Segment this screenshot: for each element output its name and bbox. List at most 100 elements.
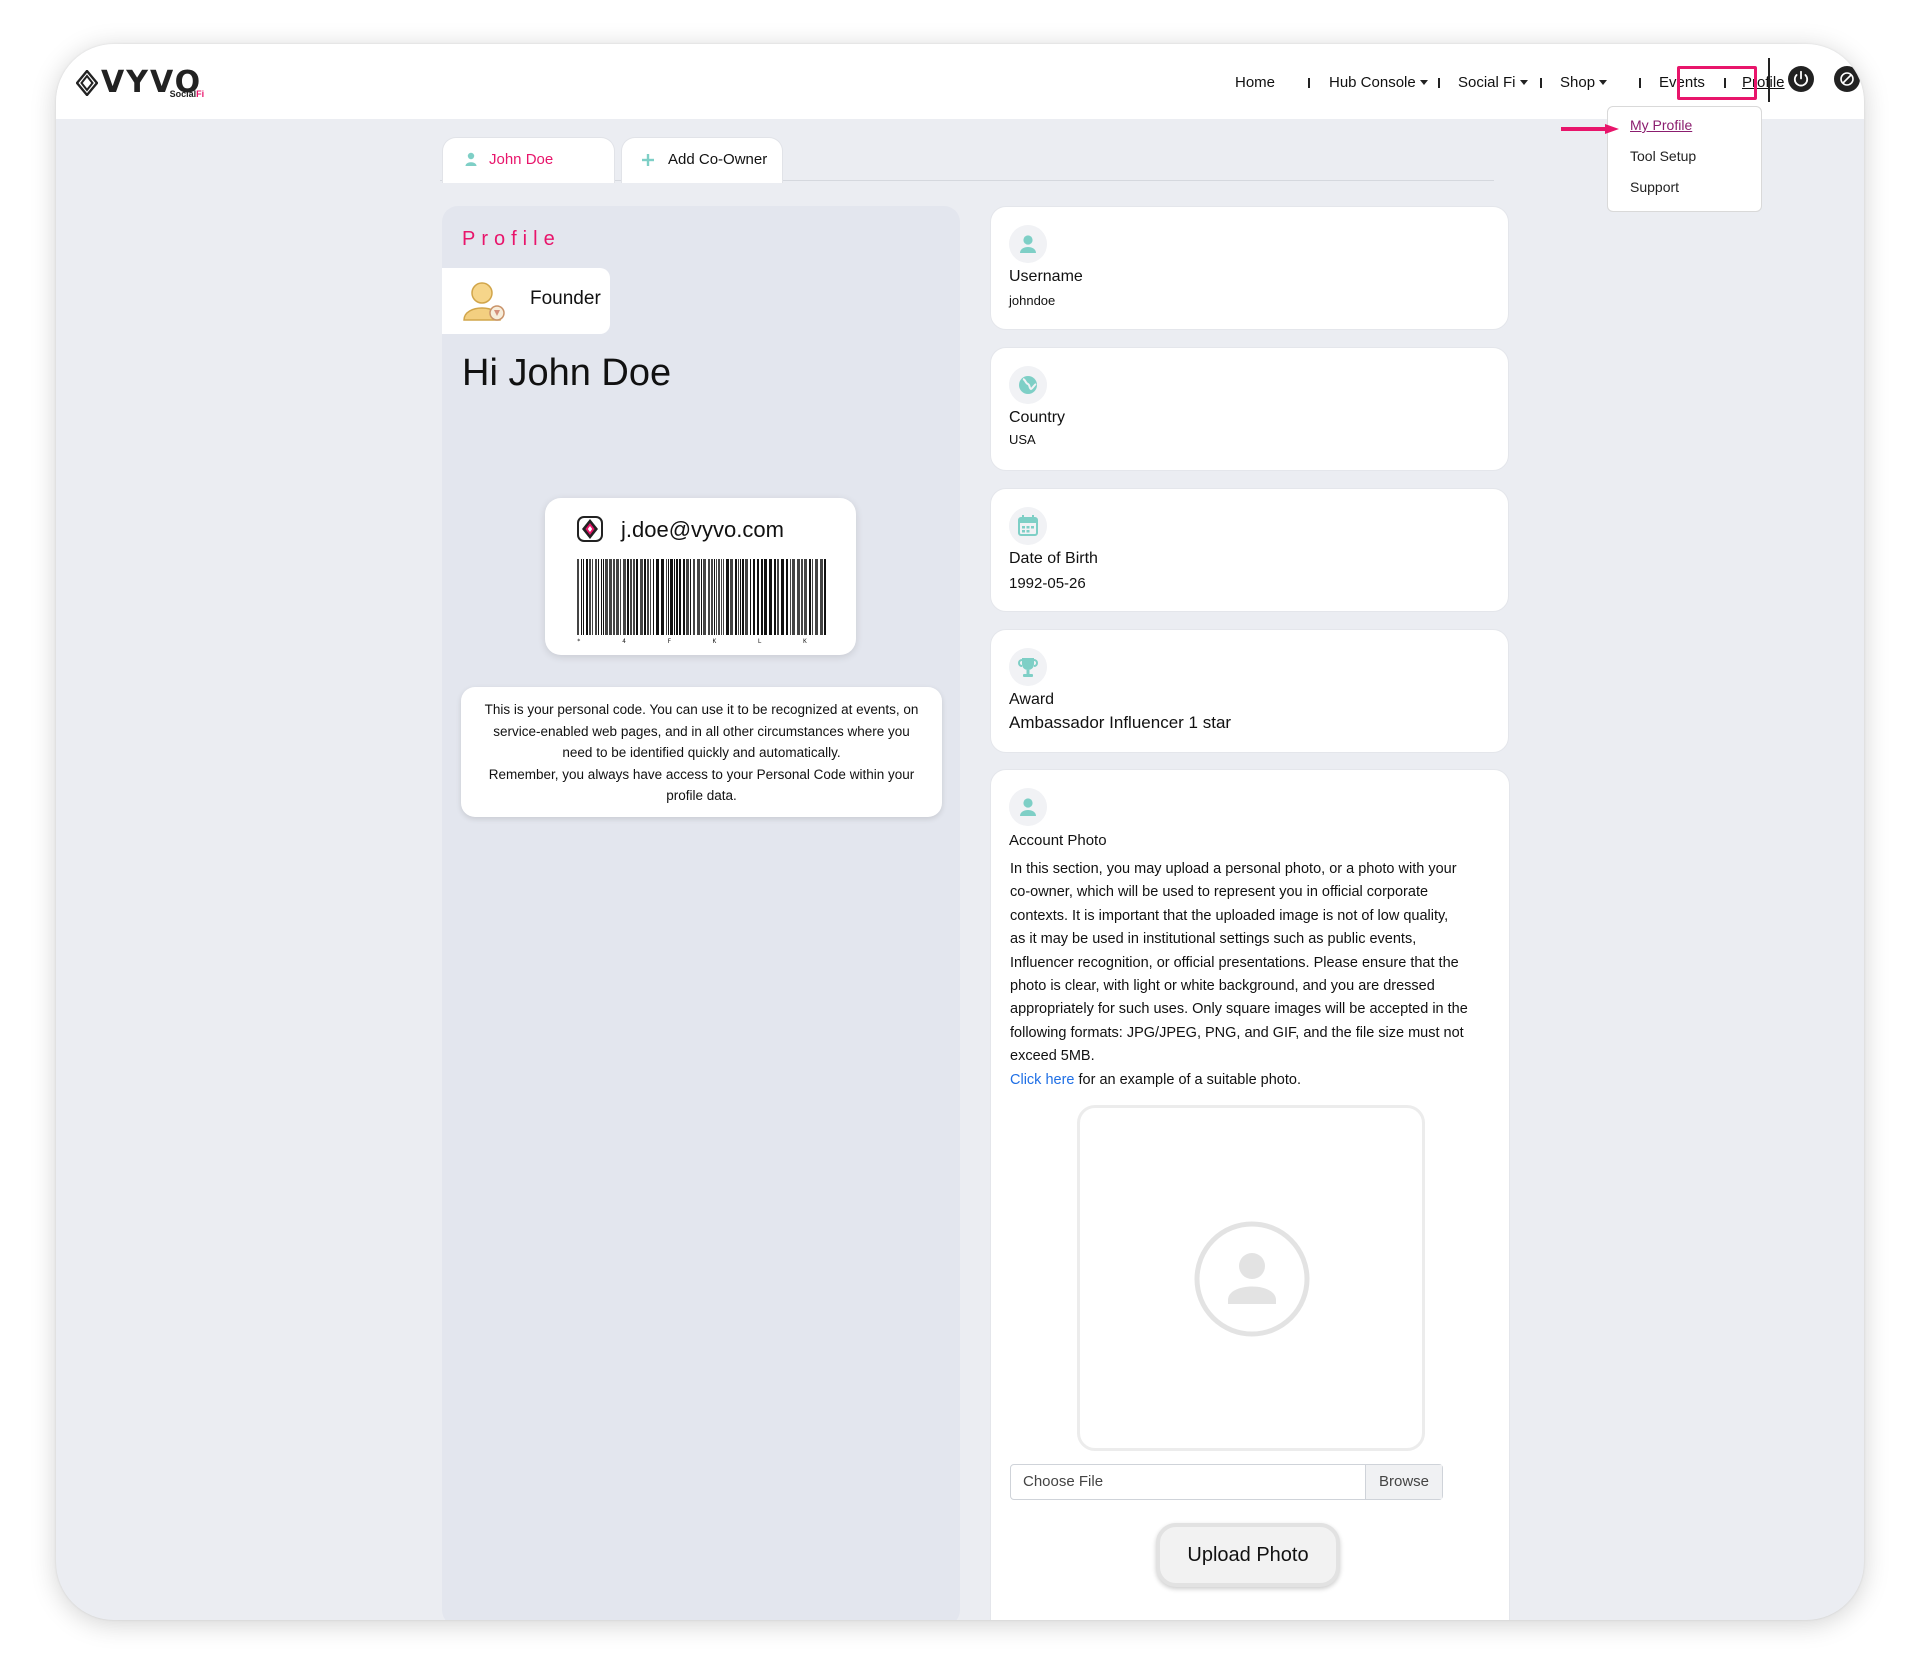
barcode-bar — [650, 559, 651, 635]
barcode-bar — [676, 559, 678, 635]
barcode-bar — [603, 559, 604, 635]
tab-owner[interactable]: John Doe — [442, 137, 615, 183]
example-line-suffix: for an example of a suitable photo. — [1074, 1071, 1301, 1088]
date-of-birth-card: Date of Birth 1992-05-26 — [990, 488, 1509, 612]
power-icon[interactable] — [1787, 65, 1815, 93]
personal-code-info: This is your personal code. You can use … — [461, 687, 942, 817]
browse-button[interactable]: Browse — [1365, 1465, 1442, 1499]
barcode-bar — [735, 559, 737, 635]
barcode-bar — [718, 559, 720, 635]
vyvo-code-icon — [577, 516, 603, 542]
account-photo-label: Account Photo — [1009, 832, 1107, 849]
role-label: Founder — [530, 288, 601, 309]
barcode-bar — [661, 559, 664, 635]
info-line: This is your personal code. You can use … — [484, 702, 919, 717]
file-input[interactable]: Choose File — [1011, 1465, 1365, 1499]
vyvo-logo[interactable]: VYVO SocialFi — [76, 66, 204, 100]
award-value: Ambassador Influencer 1 star — [1009, 713, 1232, 732]
barcode-bar — [797, 559, 800, 635]
barcode-bar — [716, 559, 717, 635]
tab-add-co-owner-label: Add Co-Owner — [668, 151, 768, 168]
nav-separator — [1308, 78, 1310, 88]
nav-separator — [1540, 78, 1542, 88]
vyvo-diamond-icon — [76, 70, 98, 96]
file-picker: Choose File Browse — [1010, 1464, 1443, 1500]
barcode-bar — [824, 559, 826, 635]
barcode-caption: * 4 F K L K 0 * — [577, 638, 827, 645]
barcode-bar — [809, 559, 811, 635]
barcode-bar — [686, 559, 689, 635]
barcode-bar — [753, 559, 755, 635]
barcode-bar — [601, 559, 602, 635]
barcode-bar — [777, 559, 779, 635]
profile-summary-panel: Profile Founder Hi John Doe j.doe@vyvo.c… — [442, 206, 960, 1620]
desc-line: exceed 5MB. — [1010, 1048, 1095, 1065]
tab-add-co-owner[interactable]: Add Co-Owner — [621, 137, 783, 183]
menu-my-profile[interactable]: My Profile — [1630, 117, 1692, 133]
upload-photo-button[interactable]: Upload Photo — [1156, 1523, 1340, 1587]
barcode-bar — [750, 559, 751, 635]
barcode-bar — [769, 559, 772, 635]
nav-hub-console[interactable]: Hub Console — [1329, 68, 1428, 98]
barcode-bar — [761, 559, 763, 635]
barcode-bar — [708, 559, 710, 635]
barcode-bar — [581, 559, 582, 635]
barcode-bar — [764, 559, 767, 635]
award-label: Award — [1009, 691, 1055, 708]
account-photo-card: Account Photo In this section, you may u… — [990, 769, 1510, 1620]
theme-toggle-icon[interactable] — [1833, 65, 1861, 93]
menu-support[interactable]: Support — [1630, 179, 1679, 195]
nav-shop[interactable]: Shop — [1560, 68, 1608, 98]
profile-highlight-box — [1677, 66, 1757, 100]
barcode-bar — [595, 559, 597, 635]
barcode-bar — [820, 559, 823, 635]
barcode-bar — [730, 559, 733, 635]
barcode-bar — [577, 559, 579, 635]
barcode-bar — [613, 559, 615, 635]
example-photo-link[interactable]: Click here — [1010, 1072, 1074, 1088]
barcode-bar — [620, 559, 621, 635]
menu-tool-setup[interactable]: Tool Setup — [1630, 148, 1696, 164]
barcode-bar — [616, 559, 619, 635]
logo-wordmark: VYVO SocialFi — [101, 68, 204, 100]
logo-subtext: SocialFi — [169, 89, 205, 99]
caret-down-icon — [1519, 79, 1528, 85]
user-email: j.doe@vyvo.com — [621, 517, 784, 542]
barcode-bar — [668, 559, 669, 635]
barcode-bar — [792, 559, 795, 635]
nav-social-fi[interactable]: Social Fi — [1458, 68, 1528, 98]
barcode-bar — [711, 559, 713, 635]
barcode-bar — [666, 559, 667, 635]
info-line: service-enabled web pages, and in all ot… — [493, 723, 910, 739]
barcode-bar — [627, 559, 629, 635]
example-line: Click here for an example of a suitable … — [1010, 1069, 1498, 1092]
username-value: johndoe — [1009, 293, 1056, 308]
desc-line: In this section, you may upload a person… — [1010, 861, 1457, 877]
desc-line: appropriately for such uses. Only square… — [1010, 1001, 1468, 1018]
barcode-bar — [812, 559, 813, 635]
app-window: VYVO SocialFi Home Hub Console Social Fi … — [56, 44, 1864, 1620]
barcode-bar — [726, 559, 729, 635]
award-card: Award Ambassador Influencer 1 star — [990, 629, 1509, 753]
nav-separator — [1438, 78, 1440, 88]
desc-line: contexts. It is important that the uploa… — [1010, 907, 1449, 924]
barcode-bar — [781, 559, 784, 635]
info-line: Remember, you always have access to your… — [488, 766, 915, 782]
nav-separator — [1639, 78, 1641, 88]
barcode-bar — [801, 559, 803, 635]
globe-icon — [1009, 366, 1047, 404]
barcode-bar — [683, 559, 685, 635]
barcode-bar — [701, 559, 702, 635]
caret-down-icon — [1419, 79, 1428, 85]
barcode-bar — [644, 559, 646, 635]
barcode-bar — [605, 559, 608, 635]
barcode-bar — [815, 559, 818, 635]
username-label: Username — [1009, 268, 1083, 285]
nav-home[interactable]: Home — [1235, 68, 1275, 98]
greeting-heading: Hi John Doe — [462, 352, 672, 394]
photo-preview-frame[interactable] — [1077, 1105, 1425, 1451]
info-line: profile data. — [666, 788, 737, 804]
pointer-arrow-icon — [1561, 124, 1619, 134]
barcode-bar — [690, 559, 691, 635]
dob-label: Date of Birth — [1009, 550, 1098, 567]
